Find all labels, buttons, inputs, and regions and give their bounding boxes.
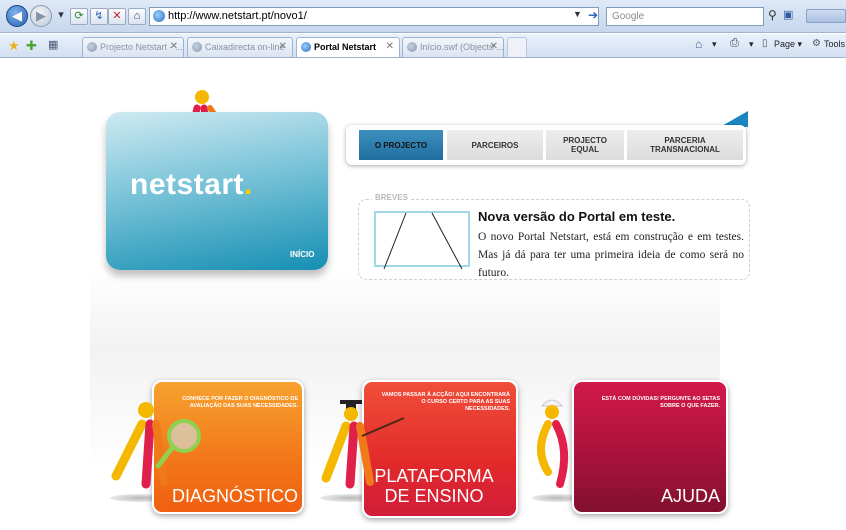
tab-label: Caixadirecta on-line	[205, 42, 285, 52]
compat-icon[interactable]: ↯	[90, 8, 108, 25]
address-input[interactable]: http://www.netstart.pt/novo1/	[149, 7, 599, 26]
tools-menu-label: Tools	[824, 39, 846, 49]
tab-inicio-swf[interactable]: Início.swf (Objecto ... ✕	[402, 37, 504, 57]
card-title-text: AJUDA	[660, 486, 720, 506]
menu-item-parceiros[interactable]: PARCEIROS	[447, 130, 543, 160]
mascot-teacher-icon	[321, 400, 405, 489]
card-ajuda-title: AJUDA	[600, 486, 720, 506]
menu-item-parceria-transnacional[interactable]: PARCERIA TRANSNACIONAL	[627, 130, 743, 160]
address-dropdown-icon[interactable]: ▼	[573, 9, 582, 19]
page-icon: ▯	[762, 38, 768, 49]
tab-bar: ★ ✚ ▦ Projecto Netstart - ... ✕ Caixadir…	[0, 34, 846, 58]
go-arrow-icon[interactable]: ➔	[588, 8, 598, 22]
news-section-label: BREVES	[372, 193, 411, 202]
page-menu-label: Page	[774, 39, 796, 49]
stop-icon[interactable]: ✕	[108, 8, 126, 25]
menu-item-label: PARCEIROS	[471, 140, 519, 150]
mascot-genie-icon	[537, 399, 569, 488]
toolbar-options-icon[interactable]: ▣	[783, 8, 797, 23]
menu-item-label: PARCERIA TRANSNACIONAL	[650, 136, 720, 154]
refresh-icon[interactable]: ⟳	[70, 8, 88, 25]
logo-dot: .	[244, 168, 253, 201]
close-icon[interactable]: ✕	[490, 38, 498, 56]
add-favorite-icon[interactable]: ✚	[26, 38, 37, 54]
search-input[interactable]: Google	[606, 7, 764, 26]
menu-item-o-projecto[interactable]: O PROJECTO	[359, 130, 443, 160]
browser-window: ◀ ▶ ▾ ⟳ ↯ ✕ ⌂ http://www.netstart.pt/nov…	[0, 0, 846, 530]
page-menu[interactable]: Page ▾	[774, 39, 802, 50]
close-icon[interactable]: ✕	[279, 38, 287, 56]
site-logo[interactable]: netstart.	[130, 168, 253, 202]
news-thumbnail[interactable]	[374, 211, 470, 270]
print-icon[interactable]: ⎙	[730, 37, 739, 50]
home-icon[interactable]: ⌂	[695, 37, 702, 51]
forward-icon[interactable]: ▶	[30, 5, 52, 27]
close-icon[interactable]: ✕	[170, 38, 178, 56]
close-icon[interactable]: ✕	[386, 38, 394, 56]
card-ajuda-caption: ESTÁ COM DÚVIDAS! PERGUNTE AO SETAS SOBR…	[601, 396, 720, 409]
search-icon[interactable]: ⚲	[768, 8, 777, 22]
tab-projecto-netstart[interactable]: Projecto Netstart - ... ✕	[82, 37, 184, 57]
tools-menu[interactable]: Tools	[824, 39, 845, 49]
home-dropdown-icon[interactable]: ▾	[712, 39, 717, 50]
tab-label: Portal Netstart	[314, 42, 377, 52]
menu-item-projecto-equal[interactable]: PROJECTO EQUAL	[546, 130, 624, 160]
tab-page-icon	[192, 42, 202, 52]
address-url-text: http://www.netstart.pt/novo1/	[168, 10, 307, 22]
history-dropdown-icon[interactable]: ▾	[55, 8, 67, 25]
mascot-magnifier-icon	[111, 402, 201, 489]
tab-caixadirecta[interactable]: Caixadirecta on-line ✕	[187, 37, 293, 57]
menu-item-label: PROJECTO EQUAL	[563, 136, 607, 154]
favorites-star-icon[interactable]: ★	[8, 38, 20, 54]
news-title[interactable]: Nova versão do Portal em teste.	[478, 209, 675, 224]
new-tab-button[interactable]	[507, 37, 527, 57]
address-toolbar: ◀ ▶ ▾ ⟳ ↯ ✕ ⌂ http://www.netstart.pt/nov…	[0, 0, 846, 33]
home-page-icon[interactable]: ⌂	[128, 8, 146, 25]
print-dropdown-icon[interactable]: ▾	[749, 39, 754, 50]
gear-icon: ⚙	[812, 38, 821, 49]
home-link[interactable]: INÍCIO	[290, 250, 314, 259]
search-placeholder: Google	[612, 11, 645, 22]
tab-page-icon	[301, 42, 311, 52]
site-globe-icon	[153, 10, 165, 22]
window-controls[interactable]	[806, 9, 846, 23]
quick-tabs-icon[interactable]: ▦	[48, 38, 58, 51]
back-icon[interactable]: ◀	[6, 5, 28, 27]
menu-item-label: O PROJECTO	[374, 140, 428, 150]
tab-portal-netstart[interactable]: Portal Netstart ✕	[296, 37, 400, 57]
tab-page-icon	[87, 42, 97, 52]
tab-page-icon	[407, 42, 417, 52]
logo-text: netstart	[130, 168, 245, 201]
news-thumbnail-graphic	[383, 212, 463, 270]
news-body: O novo Portal Netstart, está em construç…	[478, 231, 744, 279]
